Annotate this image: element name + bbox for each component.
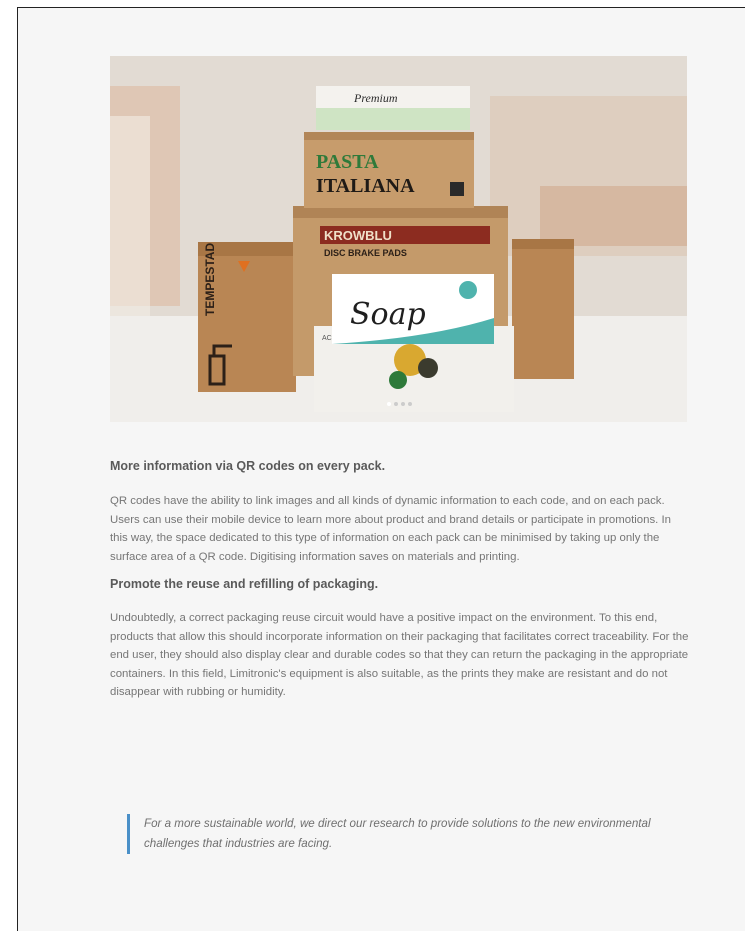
packaging-boxes-illustration: TEMPESTAD KROWBLU DISC BRAKE PADS PASTA	[110, 56, 687, 422]
blockquote: For a more sustainable world, we direct …	[127, 814, 684, 854]
heading-reuse: Promote the reuse and refilling of packa…	[110, 577, 379, 591]
box-tempestad: TEMPESTAD	[198, 242, 296, 392]
box-krowblu-brand: KROWBLU	[324, 228, 392, 243]
hero-image: TEMPESTAD KROWBLU DISC BRAKE PADS PASTA	[110, 56, 687, 422]
page-container: TEMPESTAD KROWBLU DISC BRAKE PADS PASTA	[17, 7, 745, 931]
carousel-dot-4[interactable]	[408, 402, 412, 406]
box-soap-label: Soap	[350, 297, 426, 332]
article-body: More information via QR codes on every p…	[110, 458, 690, 712]
box-premium-label: Premium	[353, 91, 398, 105]
box-pasta-line2: ITALIANA	[316, 175, 415, 197]
carousel-dot-3[interactable]	[401, 402, 405, 406]
carousel-dot-2[interactable]	[394, 402, 398, 406]
paragraph-qr-codes: QR codes have the ability to link images…	[110, 495, 671, 563]
box-premium: Premium	[316, 86, 470, 130]
box-soap: Soap	[332, 274, 494, 344]
box-right	[512, 239, 574, 379]
box-pasta: PASTA ITALIANA	[304, 132, 474, 208]
box-krowblu-product: DISC BRAKE PADS	[324, 248, 407, 258]
heading-qr-codes: More information via QR codes on every p…	[110, 459, 386, 473]
box-tempestad-label: TEMPESTAD	[203, 243, 217, 316]
box-pasta-line1: PASTA	[316, 151, 379, 173]
paragraph-reuse: Undoubtedly, a correct packaging reuse c…	[110, 612, 689, 698]
carousel-dot-1[interactable]	[387, 402, 391, 406]
